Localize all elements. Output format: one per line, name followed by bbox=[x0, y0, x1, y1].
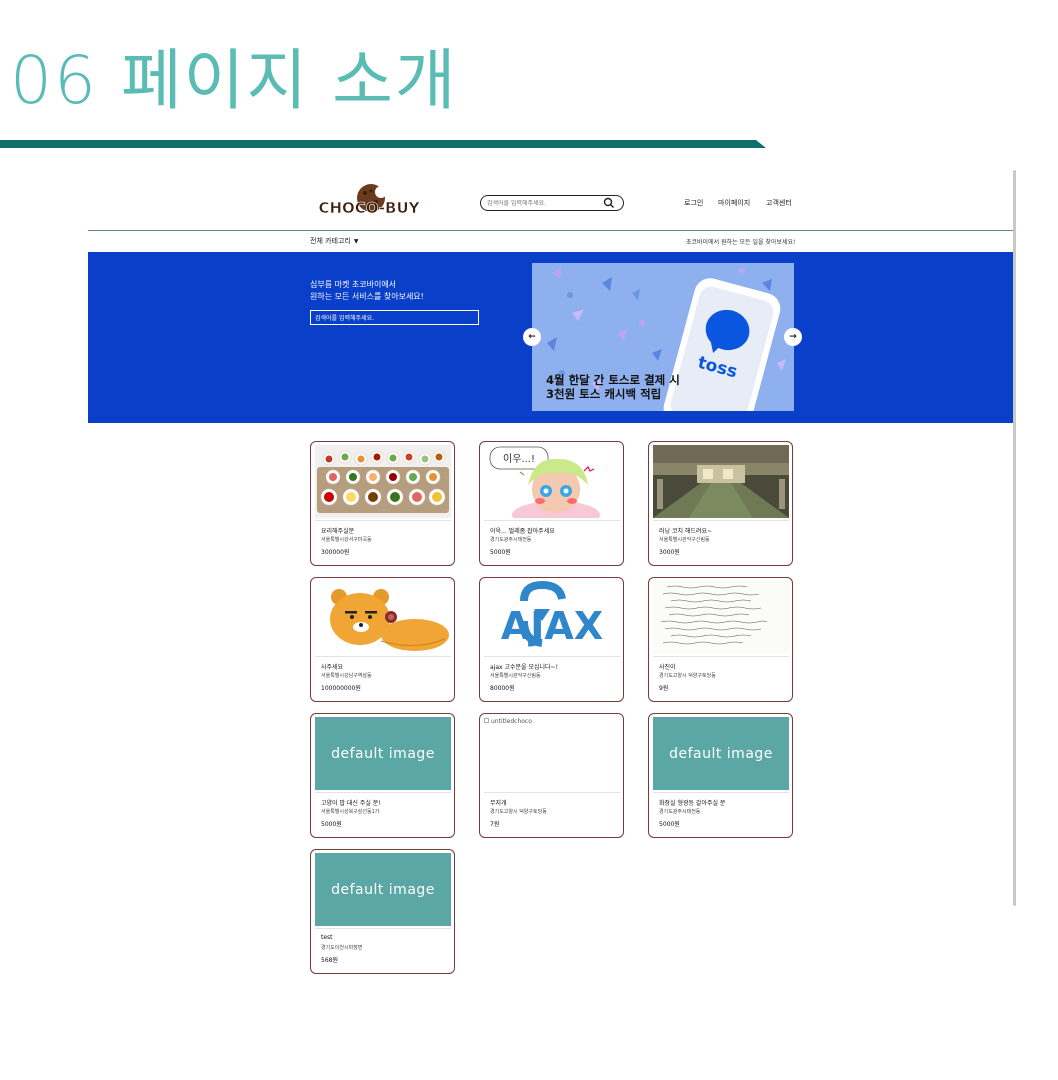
product-title: 요리해주실분 bbox=[321, 528, 355, 535]
caret-down-icon: ▼ bbox=[353, 237, 359, 245]
product-location: 경기도고양시 덕양구토당동 bbox=[490, 809, 547, 815]
product-thumbnail-default: default image bbox=[653, 717, 789, 790]
nav-mypage[interactable]: 마이페이지 bbox=[718, 198, 750, 208]
nav-login[interactable]: 로그인 bbox=[684, 198, 703, 208]
header-divider bbox=[88, 230, 1016, 231]
product-title: 사진이 bbox=[659, 664, 676, 671]
product-title: 화장실 형광등 갈아주실 분 bbox=[659, 800, 726, 807]
product-price: 300000원 bbox=[321, 549, 350, 556]
product-card[interactable]: 요리해주실분 서울특별시강서구마곡동 300000원 bbox=[310, 441, 455, 566]
product-thumbnail-broken: untitledchoco bbox=[484, 717, 620, 790]
default-image-placeholder: default image bbox=[653, 717, 789, 790]
arrow-right-icon: → bbox=[789, 332, 797, 342]
website-screenshot: CHOCO-BUY 로그인 마이페이지 고객센터 전체 카테고리 ▼ 초코바이에… bbox=[88, 170, 1016, 990]
product-location: 서울특별시관악구신림동 bbox=[490, 673, 541, 679]
product-title: 사주세요 bbox=[321, 664, 344, 671]
product-card[interactable]: default image 화장실 형광등 갈아주실 분 경기도광주시태전동 5… bbox=[648, 713, 793, 838]
category-dropdown[interactable]: 전체 카테고리 ▼ bbox=[310, 236, 359, 246]
ajax-logo-text: AJAX bbox=[501, 604, 603, 648]
product-card[interactable]: default image 고양이 밥 대신 주실 분! 서울특별시성북구삼선동… bbox=[310, 713, 455, 838]
title-underline bbox=[0, 140, 766, 148]
carousel-next-button[interactable]: → bbox=[784, 328, 802, 346]
hero-banner: 심부름 마켓 초코바이에서 원하는 모든 서비스를 찾아보세요! 검색어를 입력… bbox=[88, 252, 1016, 423]
product-card[interactable]: default image test 경기도이천시마장면 568원 bbox=[310, 849, 455, 974]
product-card[interactable]: 러닝 코치 해드려요~ 서울특별시관악구신림동 3000원 bbox=[648, 441, 793, 566]
broken-image-icon bbox=[484, 718, 489, 723]
card-divider bbox=[484, 656, 620, 657]
promo-carousel-slide[interactable]: toss 4월 한달 간 토스로 결제 시 3천원 토스 캐시백 적립 bbox=[532, 263, 794, 411]
product-price: 9원 bbox=[659, 685, 669, 692]
product-location: 경기도광주시태전동 bbox=[490, 537, 532, 543]
default-image-placeholder: default image bbox=[315, 717, 451, 790]
product-price: 5000원 bbox=[659, 821, 680, 828]
banner-heading-line2: 원하는 모든 서비스를 찾아보세요! bbox=[310, 292, 424, 301]
product-title: ajax 고수분을 모십니다~! bbox=[490, 664, 558, 671]
product-thumbnail-ryan bbox=[315, 581, 451, 654]
choco-buy-logo[interactable]: CHOCO-BUY bbox=[313, 184, 425, 220]
card-divider bbox=[653, 520, 789, 521]
product-location: 경기도광주시태전동 bbox=[659, 809, 701, 815]
product-price: 3000원 bbox=[659, 549, 680, 556]
card-divider bbox=[315, 792, 451, 793]
header-search-input[interactable] bbox=[487, 199, 603, 207]
product-thumbnail-food bbox=[315, 445, 451, 518]
carousel-caption: 4월 한달 간 토스로 결제 시 3천원 토스 캐시백 적립 bbox=[546, 373, 680, 401]
product-price: 7원 bbox=[490, 821, 500, 828]
product-thumbnail-cartoon: 이우...! bbox=[484, 445, 620, 518]
carousel-caption-line2: 3천원 토스 캐시백 적립 bbox=[546, 387, 662, 401]
product-location: 서울특별시강서구마곡동 bbox=[321, 537, 372, 543]
product-thumbnail-handwritten-note bbox=[653, 581, 789, 654]
banner-search-placeholder: 검색어를 입력해주세요. bbox=[315, 315, 375, 322]
logo-wordmark: CHOCO-BUY bbox=[318, 199, 420, 217]
nav-customer-center[interactable]: 고객센터 bbox=[766, 198, 792, 208]
card-divider bbox=[315, 520, 451, 521]
product-location: 서울특별시강남구역삼동 bbox=[321, 673, 372, 679]
product-location: 서울특별시관악구신림동 bbox=[659, 537, 710, 543]
scrollbar[interactable] bbox=[1013, 170, 1016, 906]
product-title: 러닝 코치 해드려요~ bbox=[659, 528, 713, 535]
product-thumbnail-default: default image bbox=[315, 717, 451, 790]
card-divider bbox=[653, 792, 789, 793]
product-title: test bbox=[321, 934, 333, 941]
search-icon[interactable] bbox=[603, 197, 615, 209]
product-thumbnail-ajax: AJAX bbox=[484, 581, 620, 654]
product-price: 5000원 bbox=[321, 821, 342, 828]
carousel-caption-line1: 4월 한달 간 토스로 결제 시 bbox=[546, 373, 680, 387]
default-image-placeholder: default image bbox=[315, 853, 451, 926]
header-tagline: 초코바이에서 원하는 모든 일을 찾아보세요! bbox=[686, 239, 796, 246]
arrow-left-icon: ← bbox=[528, 332, 536, 342]
product-card[interactable]: 사진이 경기도고양시 덕양구토당동 9원 bbox=[648, 577, 793, 702]
banner-heading-line1: 심부름 마켓 초코바이에서 bbox=[310, 280, 397, 289]
card-divider bbox=[484, 520, 620, 521]
product-thumbnail-default: default image bbox=[315, 853, 451, 926]
slide-title: 06 페이지 소개 bbox=[10, 42, 458, 119]
banner-search-input[interactable]: 검색어를 입력해주세요. bbox=[310, 310, 479, 325]
card-divider bbox=[653, 656, 789, 657]
product-price: 100000000원 bbox=[321, 685, 361, 692]
product-price: 80000원 bbox=[490, 685, 515, 692]
header-search-box[interactable] bbox=[480, 195, 624, 211]
product-price: 568원 bbox=[321, 957, 338, 964]
card-divider bbox=[315, 928, 451, 929]
product-card[interactable]: AJAX ajax 고수분을 모십니다~! 서울특별시관악구신림동 80000원 bbox=[479, 577, 624, 702]
product-title: 이윽... 벌레좀 잡아주세요 bbox=[490, 528, 555, 535]
speech-bubble-text: 이우...! bbox=[503, 453, 535, 465]
product-card[interactable]: 사주세요 서울특별시강남구역삼동 100000000원 bbox=[310, 577, 455, 702]
product-title: 고양이 밥 대신 주실 분! bbox=[321, 800, 381, 807]
product-card[interactable]: untitledchoco 무지개 경기도고양시 덕양구토당동 7원 bbox=[479, 713, 624, 838]
card-divider bbox=[484, 792, 620, 793]
banner-heading: 심부름 마켓 초코바이에서 원하는 모든 서비스를 찾아보세요! bbox=[310, 279, 424, 303]
carousel-prev-button[interactable]: ← bbox=[523, 328, 541, 346]
product-card[interactable]: 이우...! 이윽... 벌레좀 잡아주세요 경기도광주시태전동 5000원 bbox=[479, 441, 624, 566]
product-location: 경기도고양시 덕양구토당동 bbox=[659, 673, 716, 679]
product-thumbnail-parking bbox=[653, 445, 789, 518]
product-title: 무지개 bbox=[490, 800, 507, 807]
category-label: 전체 카테고리 bbox=[310, 237, 351, 245]
product-location: 경기도이천시마장면 bbox=[321, 945, 363, 951]
card-divider bbox=[315, 656, 451, 657]
product-price: 5000원 bbox=[490, 549, 511, 556]
broken-image-alt: untitledchoco bbox=[491, 718, 532, 725]
product-location: 서울특별시성북구삼선동1가 bbox=[321, 809, 380, 815]
